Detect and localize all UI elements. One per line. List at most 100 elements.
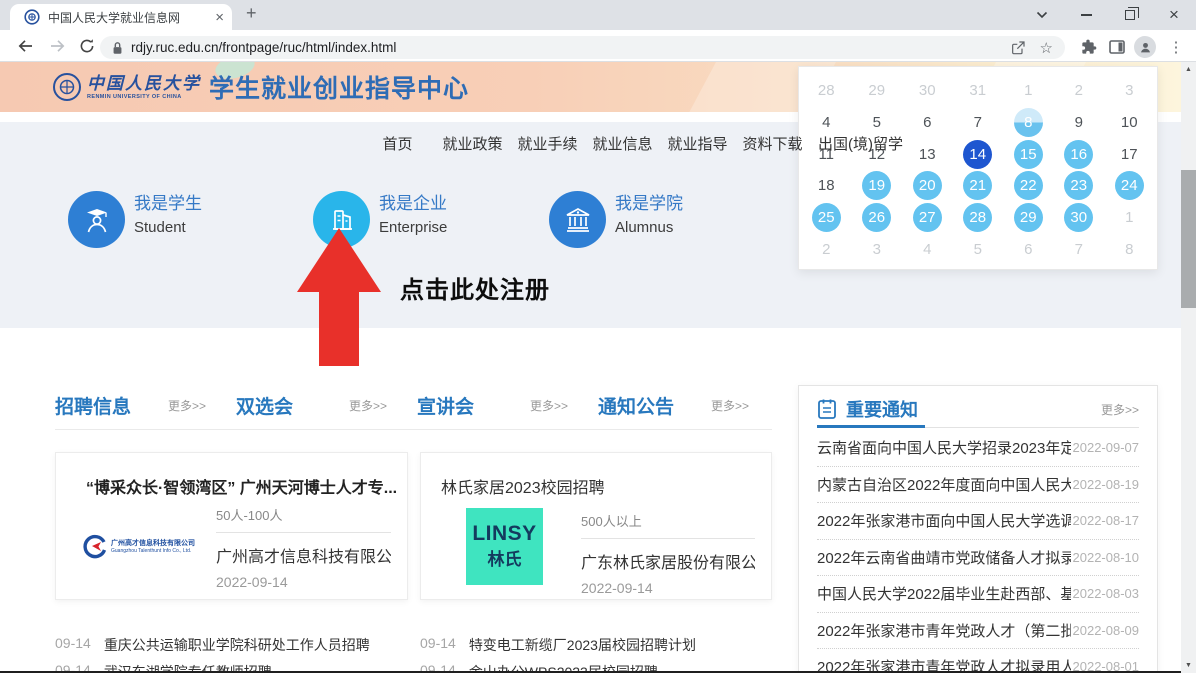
tab-close-icon[interactable]: × bbox=[215, 9, 224, 26]
more-link[interactable]: 更多>> bbox=[530, 397, 568, 414]
calendar-day-number: 5 bbox=[963, 235, 992, 264]
tab-search-chevron-icon[interactable] bbox=[1020, 0, 1064, 30]
job-list-item[interactable]: 09-14 特变电工新缆厂2023届校园招聘计划 bbox=[420, 635, 696, 655]
scrollbar-up-arrow[interactable]: ▲ bbox=[1181, 66, 1196, 73]
calendar-day[interactable]: 3 bbox=[1104, 76, 1155, 105]
calendar-day[interactable]: 21 bbox=[953, 171, 1004, 200]
calendar-day[interactable]: 13 bbox=[902, 140, 953, 169]
calendar-day[interactable]: 7 bbox=[953, 108, 1004, 137]
notices-more-link[interactable]: 更多>> bbox=[1101, 401, 1139, 418]
bookmark-star-icon[interactable]: ☆ bbox=[1040, 39, 1053, 57]
job-title[interactable]: 重庆公共运输职业学院科研处工作人员招聘 bbox=[104, 635, 370, 655]
more-link[interactable]: 更多>> bbox=[349, 397, 387, 414]
calendar-day[interactable]: 6 bbox=[902, 108, 953, 137]
forward-button[interactable] bbox=[44, 34, 70, 58]
back-button[interactable] bbox=[12, 34, 38, 58]
more-link[interactable]: 更多>> bbox=[168, 397, 206, 414]
page-scrollbar[interactable]: ▲ ▼ bbox=[1181, 62, 1196, 673]
restore-button[interactable] bbox=[1108, 0, 1152, 30]
calendar-day[interactable]: 8 bbox=[1003, 108, 1054, 137]
calendar-day[interactable]: 22 bbox=[1003, 171, 1054, 200]
calendar-day[interactable]: 24 bbox=[1104, 171, 1155, 200]
card-title[interactable]: 林氏家居2023校园招聘 bbox=[441, 474, 761, 498]
calendar-day[interactable]: 29 bbox=[1003, 203, 1054, 232]
calendar-day[interactable]: 1 bbox=[1003, 76, 1054, 105]
calendar-day[interactable]: 2 bbox=[801, 235, 852, 264]
calendar-day[interactable]: 31 bbox=[953, 76, 1004, 105]
nav-item-5[interactable]: 就业指导 bbox=[660, 133, 735, 154]
calendar-day[interactable]: 7 bbox=[1054, 235, 1105, 264]
scrollbar-down-arrow[interactable]: ▼ bbox=[1181, 662, 1196, 669]
calendar-day[interactable]: 25 bbox=[801, 203, 852, 232]
section-tab[interactable]: 双选会 bbox=[236, 392, 293, 419]
share-icon[interactable] bbox=[1010, 40, 1026, 56]
nav-item-1[interactable]: 首页 bbox=[360, 133, 435, 154]
calendar-day[interactable]: 8 bbox=[1104, 235, 1155, 264]
refresh-icon[interactable] bbox=[74, 34, 100, 58]
nav-item-2[interactable]: 就业政策 bbox=[435, 133, 510, 154]
extensions-puzzle-icon[interactable] bbox=[1076, 34, 1102, 60]
job-fair-card[interactable]: 林氏家居2023校园招聘 LINSY 林氏 500人以上 广东林氏家居股份有限公… bbox=[420, 452, 772, 600]
calendar-day[interactable]: 30 bbox=[1054, 203, 1105, 232]
browser-menu-icon[interactable]: ⋮ bbox=[1163, 34, 1189, 60]
company-name[interactable]: 广东林氏家居股份有限公司 bbox=[581, 549, 755, 573]
job-title[interactable]: 特变电工新缆厂2023届校园招聘计划 bbox=[469, 635, 696, 655]
calendar-day[interactable]: 9 bbox=[1054, 108, 1105, 137]
calendar-day[interactable]: 2 bbox=[1054, 76, 1105, 105]
notice-row[interactable]: 云南省面向中国人民大学招录2023年定向...2022-09-07 bbox=[817, 430, 1139, 467]
calendar-day[interactable]: 19 bbox=[852, 171, 903, 200]
calendar-day[interactable]: 16 bbox=[1054, 140, 1105, 169]
calendar-day[interactable]: 6 bbox=[1003, 235, 1054, 264]
calendar-day[interactable]: 5 bbox=[953, 235, 1004, 264]
calendar-day[interactable]: 18 bbox=[801, 171, 852, 200]
calendar-day[interactable]: 26 bbox=[852, 203, 903, 232]
browser-tab[interactable]: 中国人民大学就业信息网 × bbox=[10, 4, 232, 30]
company-name[interactable]: 广州高才信息科技有限公司 bbox=[216, 543, 391, 567]
calendar-day-number: 30 bbox=[1064, 203, 1093, 232]
nav-item-3[interactable]: 就业手续 bbox=[510, 133, 585, 154]
job-list-item[interactable]: 09-14 重庆公共运输职业学院科研处工作人员招聘 bbox=[55, 635, 370, 655]
nav-item-6[interactable]: 资料下载 bbox=[735, 133, 810, 154]
notice-row[interactable]: 2022年张家港市青年党政人才拟录用人员2022-08-01 bbox=[817, 649, 1139, 673]
calendar-day[interactable]: 1 bbox=[1104, 203, 1155, 232]
calendar-day[interactable]: 17 bbox=[1104, 140, 1155, 169]
notice-row[interactable]: 2022年云南省曲靖市党政储备人才拟录用...2022-08-10 bbox=[817, 540, 1139, 577]
more-link[interactable]: 更多>> bbox=[711, 397, 749, 414]
section-tab[interactable]: 宣讲会 bbox=[417, 392, 474, 419]
side-panel-icon[interactable] bbox=[1104, 34, 1130, 60]
calendar-day[interactable]: 15 bbox=[1003, 140, 1054, 169]
notice-row[interactable]: 2022年张家港市面向中国人民大学选调优...2022-08-17 bbox=[817, 503, 1139, 540]
url-text[interactable]: rdjy.ruc.edu.cn/frontpage/ruc/html/index… bbox=[131, 40, 996, 55]
calendar-day[interactable]: 23 bbox=[1054, 171, 1105, 200]
section-tab[interactable]: 通知公告 bbox=[598, 392, 674, 419]
new-tab-button[interactable]: + bbox=[246, 3, 257, 24]
calendar-day[interactable]: 14 bbox=[953, 140, 1004, 169]
profile-avatar-icon[interactable] bbox=[1132, 34, 1158, 60]
calendar-day[interactable]: 28 bbox=[801, 76, 852, 105]
close-window-button[interactable]: × bbox=[1152, 0, 1196, 30]
role-alumnus[interactable]: 我是学院 Alumnus bbox=[549, 191, 683, 248]
calendar-day[interactable]: 28 bbox=[953, 203, 1004, 232]
scrollbar-thumb[interactable] bbox=[1181, 170, 1196, 308]
calendar-day[interactable]: 27 bbox=[902, 203, 953, 232]
notice-row[interactable]: 中国人民大学2022届毕业生赴西部、基层...2022-08-03 bbox=[817, 576, 1139, 613]
nav-item-4[interactable]: 就业信息 bbox=[585, 133, 660, 154]
calendar-day-number: 13 bbox=[913, 140, 942, 169]
calendar-day[interactable]: 29 bbox=[852, 76, 903, 105]
calendar-day[interactable]: 10 bbox=[1104, 108, 1155, 137]
notice-row[interactable]: 2022年张家港市青年党政人才（第二批）...2022-08-09 bbox=[817, 613, 1139, 650]
calendar-day[interactable]: 30 bbox=[902, 76, 953, 105]
address-bar[interactable]: rdjy.ruc.edu.cn/frontpage/ruc/html/index… bbox=[100, 36, 1065, 59]
card-title[interactable]: “博采众长·智领湾区” 广州天河博士人才专... bbox=[86, 474, 397, 498]
calendar-day[interactable]: 4 bbox=[902, 235, 953, 264]
calendar-day[interactable]: 3 bbox=[852, 235, 903, 264]
nav-item-7[interactable]: 出国(境)留学 bbox=[810, 133, 903, 154]
notice-row[interactable]: 内蒙古自治区2022年度面向中国人民大学...2022-08-19 bbox=[817, 467, 1139, 504]
site-logo[interactable]: 中国人民大学 RENMIN UNIVERSITY OF CHINA 学生就业创业… bbox=[52, 69, 469, 105]
role-student[interactable]: 我是学生 Student bbox=[68, 191, 202, 248]
job-fair-card[interactable]: “博采众长·智领湾区” 广州天河博士人才专... 广州高才信息科技有限公司 Gu… bbox=[55, 452, 408, 600]
calendar-day-number: 31 bbox=[963, 76, 992, 105]
minimize-button[interactable] bbox=[1064, 0, 1108, 30]
section-tab[interactable]: 招聘信息 bbox=[55, 392, 131, 419]
calendar-day[interactable]: 20 bbox=[902, 171, 953, 200]
